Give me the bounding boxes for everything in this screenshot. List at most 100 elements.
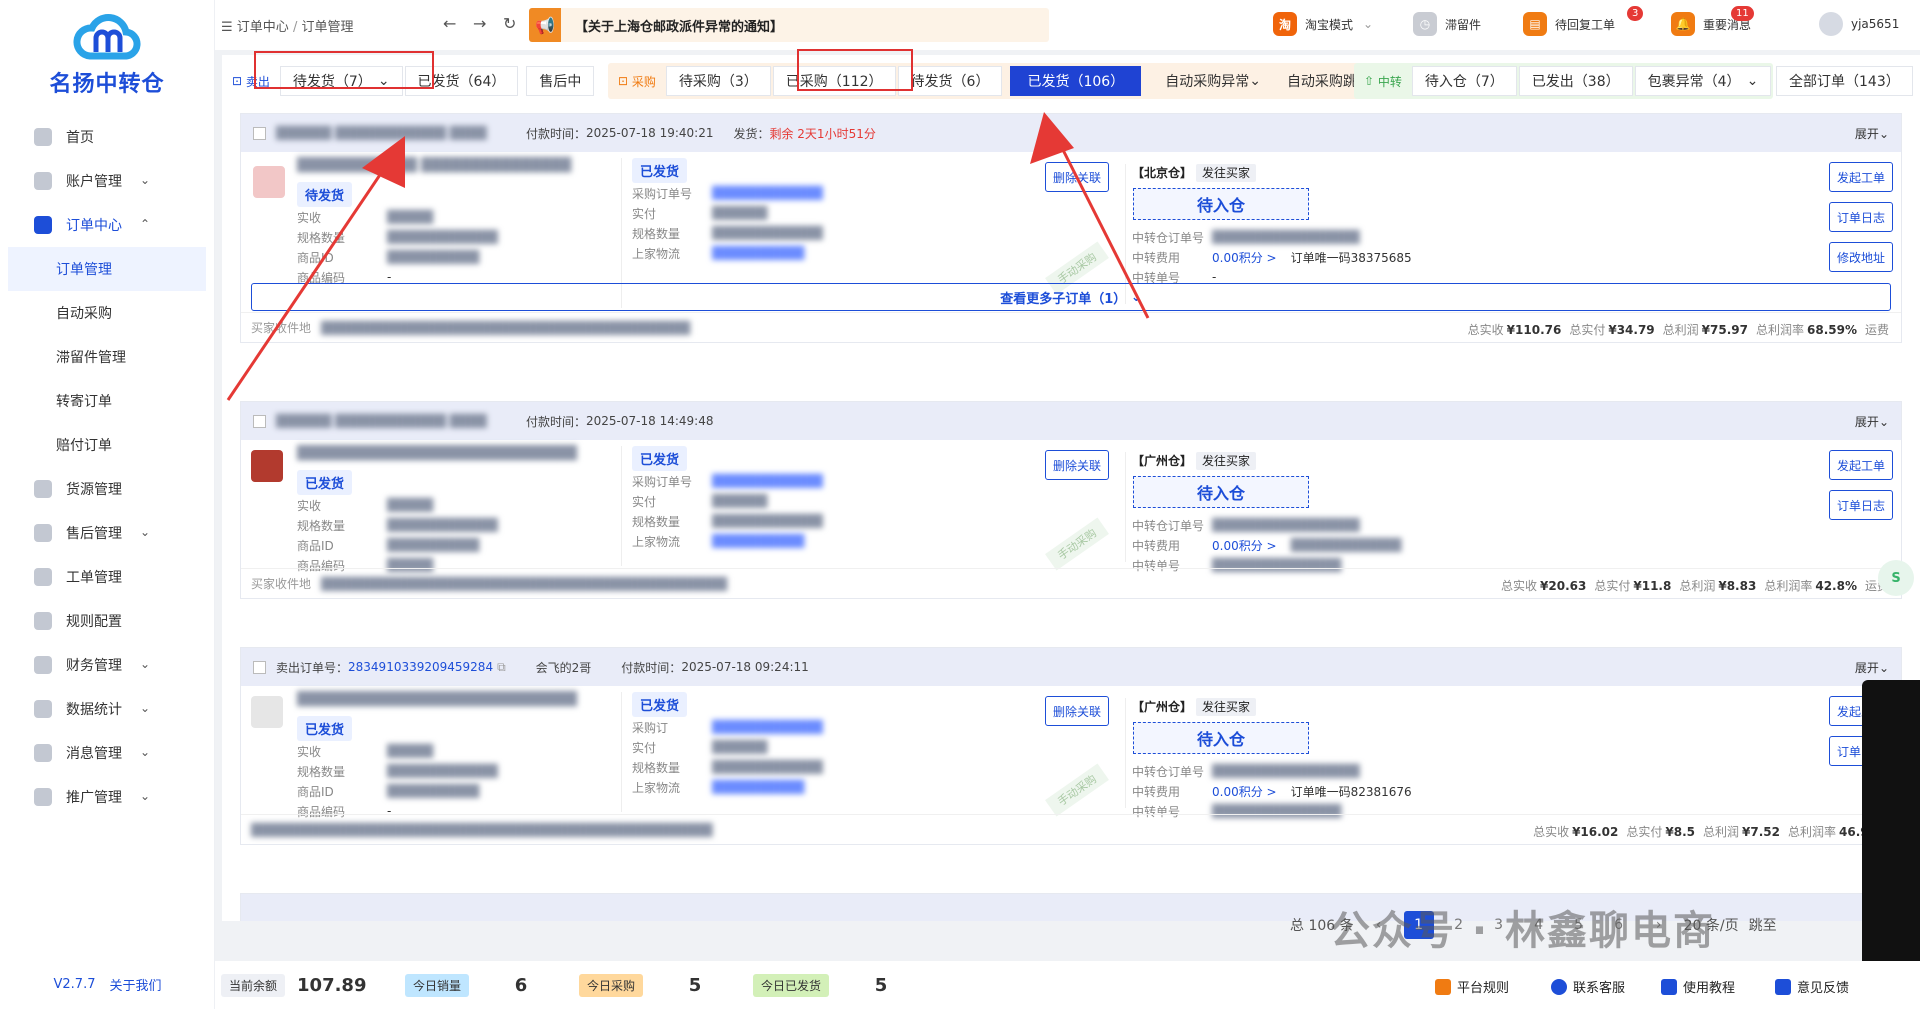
- important-msg-link[interactable]: 🔔 重要消息 11: [1671, 6, 1754, 36]
- sell-kv: 商品ID ██████████: [297, 781, 577, 801]
- aftersale-icon: [34, 524, 52, 542]
- tab-transfer-exception[interactable]: 包裹异常（4） ⌄: [1634, 66, 1772, 96]
- sidebar-item-messages[interactable]: 消息管理 ⌄: [0, 731, 214, 775]
- bottom-bar: 当前余额 107.89 今日销量 6 今日采购 5 今日已发货 5 平台规则 联系客服 …: [215, 961, 1920, 1009]
- transfer-fee[interactable]: 0.00积分 >: [1212, 783, 1277, 800]
- expand-toggle[interactable]: 展开⌄: [1855, 125, 1889, 142]
- user-icon: [34, 172, 52, 190]
- kv-value-masked: █████: [387, 210, 434, 224]
- order-no-masked: ██████ ████████████ ████: [276, 126, 487, 140]
- platform-rules-link[interactable]: 平台规则: [1435, 977, 1509, 996]
- retained-link[interactable]: ◷ 滞留件: [1413, 12, 1481, 36]
- sidebar-subitem-forward[interactable]: 转寄订单: [0, 379, 214, 423]
- expand-toggle[interactable]: 展开⌄: [1855, 413, 1889, 430]
- product-image: [251, 450, 283, 482]
- sidebar-item-ticket[interactable]: 工单管理: [0, 555, 214, 599]
- refresh-icon[interactable]: ↻: [503, 14, 516, 33]
- reply-ticket-link[interactable]: ▤ 待回复工单 3: [1523, 6, 1644, 36]
- product-title-masked: ████████████████████████████: [297, 446, 577, 461]
- transfer-fee[interactable]: 0.00积分 >: [1212, 537, 1277, 554]
- chevron-down-icon: ⌄: [139, 789, 150, 803]
- sidebar-item-label: 账户管理: [66, 174, 122, 190]
- create-ticket-button[interactable]: 发起工单: [1829, 162, 1893, 192]
- sidebar-item-stats[interactable]: 数据统计 ⌄: [0, 687, 214, 731]
- feedback-link[interactable]: 意见反馈: [1775, 977, 1849, 996]
- order-no[interactable]: 2834910339209459284: [348, 660, 493, 674]
- jump-label: 跳至: [1748, 918, 1777, 934]
- purchase-status-tag: 已发货: [632, 692, 688, 717]
- purchase-kv: 采购订单号 ████████████: [632, 471, 823, 491]
- transfer-group-label: ⇧ 中转: [1354, 63, 1412, 99]
- transfer-kv: 中转费用 0.00积分 > 订单唯一码82381676: [1132, 781, 1412, 801]
- kv-value-masked: ████████████████: [1212, 230, 1360, 244]
- sidebar-item-aftersale[interactable]: 售后管理 ⌄: [0, 511, 214, 555]
- headset-icon: [1551, 978, 1567, 995]
- more-suborders-button[interactable]: 查看更多子订单（1） ⌄: [251, 283, 1891, 311]
- edit-address-button[interactable]: 修改地址: [1829, 242, 1893, 272]
- sidebar-subitem-retained[interactable]: 滞留件管理: [0, 335, 214, 379]
- unlink-button[interactable]: 删除关联: [1045, 450, 1109, 480]
- create-ticket-button[interactable]: 发起工单: [1829, 450, 1893, 480]
- menu-icon[interactable]: ☰: [221, 20, 237, 35]
- product-image: [253, 166, 285, 198]
- sell-column: ████████████ ███████████████ 待发货 实收 █████…: [297, 158, 571, 287]
- sidebar-subitem-auto-purchase[interactable]: 自动采购: [0, 291, 214, 335]
- tutorial-link[interactable]: 使用教程: [1661, 977, 1735, 996]
- chevron-down-icon: ⌄: [1363, 17, 1374, 31]
- tab-purchase-to-ship[interactable]: 待发货（6）: [897, 66, 1003, 96]
- sidebar-item-promote[interactable]: 推广管理 ⌄: [0, 775, 214, 819]
- transfer-fee[interactable]: 0.00积分 >: [1212, 249, 1277, 266]
- tab-purchase-pending[interactable]: 待采购（3）: [665, 66, 771, 96]
- logo[interactable]: 名扬中转仓: [0, 0, 214, 110]
- tab-transfer-pending[interactable]: 待入仓（7）: [1411, 66, 1517, 96]
- back-arrow-icon[interactable]: ←: [443, 14, 456, 33]
- user-menu[interactable]: yja5651: [1819, 12, 1899, 36]
- unlink-button[interactable]: 删除关联: [1045, 696, 1109, 726]
- pay-time-label: 付款时间：: [526, 414, 587, 429]
- breadcrumb-item[interactable]: 订单中心: [237, 20, 289, 35]
- pending-inbound-badge: 待入仓: [1133, 188, 1309, 220]
- tab-auto-purchase-error[interactable]: 自动采购异常 ⌄: [1153, 66, 1273, 96]
- about-link[interactable]: 关于我们: [109, 975, 161, 994]
- total-label: 总利润: [1679, 579, 1716, 593]
- sidebar-item-finance[interactable]: 财务管理 ⌄: [0, 643, 214, 687]
- kv-value-masked: ██████████: [712, 246, 805, 260]
- kv-key: 实收: [297, 210, 322, 225]
- sidebar-item-home[interactable]: 首页: [0, 115, 214, 159]
- expand-toggle[interactable]: 展开⌄: [1855, 659, 1889, 676]
- total-paid: ¥34.79: [1608, 323, 1655, 337]
- sidebar-item-rules[interactable]: 规则配置: [0, 599, 214, 643]
- order-header: ██████ ████████████ ████ 付款时间： 2025-07-1…: [241, 114, 1901, 152]
- purchase-kv: 规格数量 ████████████: [632, 223, 823, 243]
- promote-icon: [34, 788, 52, 806]
- tab-transfer-sent[interactable]: 已发出（38）: [1518, 66, 1633, 96]
- total-label: 总利润率: [1764, 579, 1813, 593]
- purchase-value: 5: [688, 974, 702, 996]
- forward-arrow-icon[interactable]: →: [473, 14, 486, 33]
- order-log-button[interactable]: 订单日志: [1829, 202, 1893, 232]
- sidebar-item-order-center[interactable]: 订单中心 ⌃: [0, 203, 214, 247]
- tab-sell-aftersale[interactable]: 售后中: [526, 66, 595, 96]
- order-checkbox[interactable]: [253, 660, 266, 674]
- sidebar-item-account[interactable]: 账户管理 ⌄: [0, 159, 214, 203]
- unlink-button[interactable]: 删除关联: [1045, 162, 1109, 192]
- tab-purchase-shipped[interactable]: 已发货（106）: [1010, 66, 1142, 96]
- assistant-float-icon[interactable]: S: [1878, 560, 1914, 596]
- order-header: ██████ ████████████ ████ 付款时间： 2025-07-1…: [241, 402, 1901, 440]
- mode-switch[interactable]: 淘淘宝模式 ⌄: [1273, 12, 1373, 36]
- order-checkbox[interactable]: [253, 126, 266, 140]
- order-log-button[interactable]: 订单日志: [1829, 490, 1893, 520]
- sidebar-subitem-compensation[interactable]: 赔付订单: [0, 423, 214, 467]
- sidebar-item-source[interactable]: 货源管理: [0, 467, 214, 511]
- chevron-down-icon: ⌄: [139, 657, 150, 671]
- copy-icon[interactable]: ⧉: [497, 660, 506, 675]
- kv-key: 中转费用: [1132, 250, 1181, 265]
- kv-key: 实付: [632, 740, 657, 755]
- notice-bar[interactable]: 📢 【关于上海仓邮政派件异常的通知】: [529, 8, 1049, 42]
- total-profit: ¥7.52: [1742, 825, 1780, 839]
- order-checkbox[interactable]: [253, 414, 266, 428]
- contact-support-link[interactable]: 联系客服: [1551, 977, 1625, 996]
- tab-all-orders[interactable]: 全部订单（143）: [1776, 66, 1913, 96]
- sidebar-subitem-order-manage[interactable]: 订单管理: [8, 247, 206, 291]
- ship-to-tag: 发往买家: [1196, 698, 1257, 716]
